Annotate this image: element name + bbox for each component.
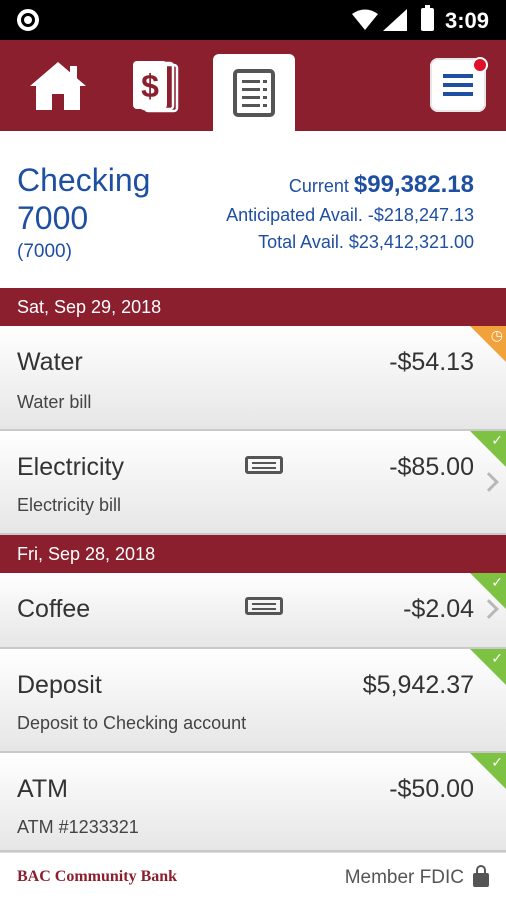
transaction-amount: $5,942.37 [362, 671, 474, 699]
clock-icon: ◷ [490, 327, 503, 343]
date-header: Sat, Sep 29, 2018 [0, 288, 506, 326]
transaction-description: Deposit to Checking account [17, 713, 247, 733]
chevron-right-icon[interactable] [479, 472, 499, 492]
notification-circle-icon [17, 9, 39, 31]
account-name-line1: Checking [17, 162, 151, 198]
receipt-icon[interactable] [245, 456, 283, 474]
date-header: Fri, Sep 28, 2018 [0, 535, 506, 573]
transaction-description: ATM #1233321 [17, 817, 139, 837]
account-name-line2: 7000 [17, 200, 89, 236]
account-number: (7000) [17, 241, 72, 262]
total-amount: $23,412,321.00 [348, 232, 474, 252]
account-name: Checking 7000 [17, 161, 217, 237]
transaction-amount: -$2.04 [403, 595, 474, 623]
checkmark-icon: ✓ [491, 754, 503, 770]
clock: 3:09 [445, 8, 490, 33]
checkmark-icon: ✓ [491, 574, 503, 590]
transaction-name: Water [17, 348, 83, 376]
transaction-row[interactable]: Coffee -$2.04 ✓ [0, 573, 506, 649]
checkmark-icon: ✓ [491, 432, 503, 448]
svg-text:$: $ [141, 68, 159, 104]
wifi-icon [352, 9, 378, 30]
notification-badge [472, 57, 488, 73]
nav-bar: $ [0, 40, 506, 131]
checkmark-icon: ✓ [491, 650, 503, 666]
transaction-row[interactable]: ATM -$50.00 ATM #1233321 ✓ [0, 753, 506, 852]
receipt-icon[interactable] [245, 597, 283, 615]
tab-home[interactable] [17, 40, 99, 131]
transaction-description: Electricity bill [17, 495, 122, 515]
dollar-doc-icon: $ [133, 60, 179, 112]
transaction-amount: -$85.00 [389, 453, 474, 481]
total-balance: Total Avail. $23,412,321.00 [258, 232, 474, 253]
anticipated-amount: -$218,247.13 [367, 205, 474, 225]
current-label: Current [288, 176, 349, 196]
home-icon [30, 61, 86, 110]
transaction-name: Electricity [17, 453, 124, 481]
transaction-row[interactable]: Electricity -$85.00 Electricity bill ✓ [0, 431, 506, 535]
fdic-label: Member FDIC [344, 867, 464, 888]
lock-icon [473, 865, 489, 887]
transaction-name: Coffee [17, 595, 91, 623]
current-balance: Current $99,382.18 [289, 171, 474, 199]
transaction-name: ATM [17, 775, 68, 803]
account-summary: Checking 7000 (7000) Current $99,382.18 … [0, 131, 506, 288]
footer: BAC Community Bank Member FDIC [0, 852, 506, 900]
anticipated-balance: Anticipated Avail. -$218,247.13 [226, 205, 474, 226]
transaction-name: Deposit [17, 671, 102, 699]
tab-accounts[interactable]: $ [115, 40, 197, 131]
battery-icon [421, 5, 434, 31]
hamburger-menu-icon [443, 74, 473, 96]
status-bar: 3:09 [0, 0, 506, 40]
document-list-icon [233, 68, 275, 117]
transaction-row[interactable]: Deposit $5,942.37 Deposit to Checking ac… [0, 649, 506, 753]
bank-logo-text: BAC Community Bank [17, 868, 178, 885]
anticipated-label: Anticipated Avail. [226, 205, 363, 225]
total-label: Total Avail. [258, 232, 344, 252]
transaction-row[interactable]: Water -$54.13 Water bill ◷ [0, 326, 506, 431]
signal-icon [383, 9, 407, 31]
current-amount: $99,382.18 [353, 171, 474, 198]
transaction-amount: -$50.00 [389, 775, 474, 803]
tab-transactions[interactable] [213, 54, 295, 131]
transaction-amount: -$54.13 [389, 348, 474, 376]
transaction-description: Water bill [17, 392, 92, 412]
